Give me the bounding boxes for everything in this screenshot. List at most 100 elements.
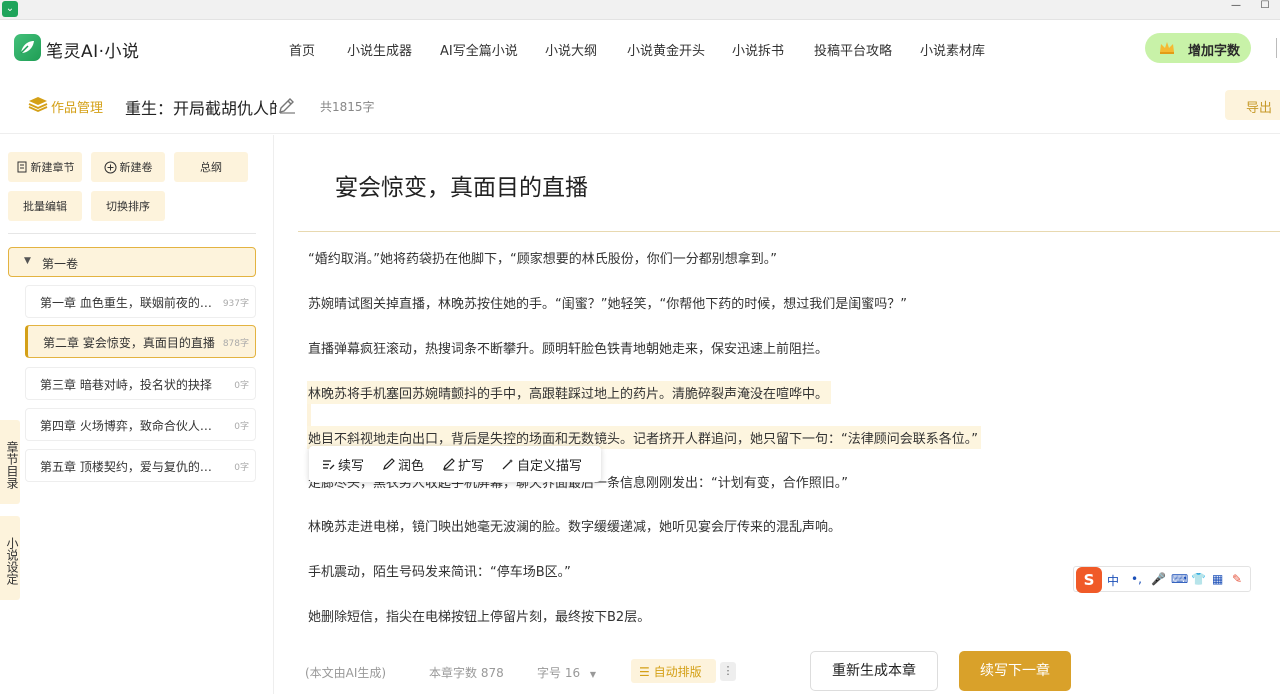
expand-label: 扩写 (458, 459, 485, 474)
batch-edit-button[interactable]: 批量编辑 (8, 191, 82, 221)
nav-book-breakdown[interactable]: 小说拆书 (732, 40, 784, 59)
maximize-button[interactable]: ☐ (1257, 0, 1273, 12)
nav-submission-guide[interactable]: 投稿平台攻略 (814, 40, 892, 59)
paragraph[interactable]: 苏婉晴试图关掉直播，林晚苏按住她的手。“闺蜜？”她轻笑，“你帮他下药的时候，想过… (308, 293, 907, 312)
chevron-down-icon: ▼ (589, 670, 597, 679)
paragraph-selected[interactable]: 林晚苏将手机塞回苏婉晴颤抖的手中，高跟鞋踩过地上的药片。清脆碎裂声淹没在喧哗中。 (307, 381, 832, 404)
skin-icon[interactable]: 👕 (1191, 572, 1206, 586)
brush-icon (383, 458, 395, 470)
chapter-item[interactable]: 第一章 血色重生，联姻前夜的背叛 937字 (25, 285, 256, 318)
auto-format-button[interactable]: ☰ 自动排版 (631, 659, 716, 683)
chapter-word-count: 878字 (222, 339, 249, 349)
chapter-title: 第一章 血色重生，联姻前夜的背叛 (40, 296, 216, 310)
magic-wand-icon (502, 459, 513, 470)
editor-divider (298, 231, 1280, 232)
chapter-word-count: 937字 (222, 299, 249, 309)
auto-format-label: 自动排版 (653, 665, 702, 679)
nav-ai-full-novel[interactable]: AI写全篇小说 (440, 40, 518, 59)
nav-home[interactable]: 首页 (289, 40, 315, 59)
plus-circle-icon (104, 161, 116, 173)
layers-icon (28, 97, 48, 112)
toolbox-icon[interactable]: ✎ (1232, 572, 1242, 586)
brand-name[interactable]: 笔灵AI·小说 (46, 37, 140, 62)
sidebar-divider (8, 233, 256, 234)
format-icon: ☰ (639, 665, 650, 679)
brand-logo-icon[interactable] (14, 34, 41, 61)
new-chapter-label: 新建章节 (30, 161, 75, 174)
continue-next-chapter-button[interactable]: 续写下一章 (959, 651, 1071, 691)
apps-grid-icon[interactable]: ▦ (1212, 572, 1223, 586)
new-chapter-button[interactable]: 新建章节 (8, 152, 82, 182)
chapter-item-active[interactable]: 第二章 宴会惊变，真面目的直播 878字 (25, 325, 256, 358)
chapter-item[interactable]: 第三章 暗巷对峙，投名状的抉择 0字 (25, 367, 256, 400)
chapter-word-count: 0字 (234, 422, 249, 432)
continue-writing-label: 续写 (338, 459, 365, 474)
paragraph[interactable]: 林晚苏走进电梯，镜门映出她毫无波澜的脸。数字缓缓递减，她听见宴会厅传来的混乱声响… (308, 516, 841, 535)
paragraph[interactable]: 直播弹幕疯狂滚动，热搜词条不断攀升。顾明轩脸色铁青地朝她走来，保安迅速上前阻拦。 (308, 338, 828, 357)
expand-button[interactable]: 扩写 (442, 455, 484, 474)
new-document-icon (17, 161, 26, 173)
input-method-toolbar: S 中 •, 🎤 ⌨ 👕 ▦ ✎ (1073, 566, 1251, 593)
nav-golden-opening[interactable]: 小说黄金开头 (627, 40, 705, 59)
pencil-edit-icon[interactable] (277, 95, 297, 115)
top-navigation: 笔灵AI·小说 首页 小说生成器 AI写全篇小说 小说大纲 小说黄金开头 小说拆… (0, 20, 1280, 76)
custom-description-button[interactable]: 自定义描写 (501, 455, 582, 474)
pen-icon (443, 458, 455, 471)
ai-writing-toolbar: 续写 润色 扩写 自定义描写 (309, 446, 601, 482)
crown-icon (1160, 42, 1174, 54)
new-volume-button[interactable]: 新建卷 (91, 152, 165, 182)
custom-description-label: 自定义描写 (517, 459, 583, 474)
microphone-icon[interactable]: 🎤 (1151, 572, 1166, 586)
editor-footer: (本文由AI生成) 本章字数 878 字号 16 ▼ (274, 645, 1280, 694)
chapter-sidebar: 新建章节 新建卷 总纲 批量编辑 切换排序 ▼ 第一卷 第一章 血色重生，联姻前… (0, 135, 274, 694)
chapter-heading[interactable]: 宴会惊变，真面目的直播 (335, 168, 588, 202)
chapter-item[interactable]: 第四章 火场博弈，致命合伙人的底牌 0字 (25, 408, 256, 441)
polish-button[interactable]: 润色 (382, 455, 424, 474)
site-favicon-icon: ⌄ (2, 1, 18, 17)
browser-top-bar: ⌄ — ☐ (0, 0, 1280, 20)
nav-novel-generator[interactable]: 小说生成器 (347, 40, 412, 59)
regenerate-chapter-button[interactable]: 重新生成本章 (810, 651, 938, 691)
chapter-word-count: 0字 (234, 463, 249, 473)
continue-write-icon (323, 460, 335, 470)
keyboard-icon[interactable]: ⌨ (1171, 572, 1188, 586)
font-size-select[interactable]: 字号 16 ▼ (537, 664, 596, 681)
export-button[interactable]: 导出 (1225, 90, 1280, 120)
volume-row[interactable]: ▼ 第一卷 (8, 247, 256, 277)
nav-material-library[interactable]: 小说素材库 (920, 40, 985, 59)
paragraph[interactable]: 手机震动，陌生号码发来简讯：“停车场B区。” (308, 561, 571, 580)
new-volume-label: 新建卷 (119, 161, 153, 174)
work-title[interactable]: 重生：开局截胡仇人的 (125, 95, 277, 119)
selection-gap-highlight (307, 404, 311, 426)
paragraph[interactable]: 她删除短信，指尖在电梯按钮上停留片刻，最终按下B2层。 (308, 606, 650, 625)
chapter-title: 第三章 暗巷对峙，投名状的抉择 (40, 378, 212, 392)
chapter-word-count: 0字 (234, 381, 249, 391)
chapter-title: 第四章 火场博弈，致命合伙人的底牌 (40, 419, 216, 433)
nav-novel-outline[interactable]: 小说大纲 (545, 40, 597, 59)
continue-writing-button[interactable]: 续写 (322, 455, 364, 474)
novel-settings-tab[interactable]: 小说设定 (0, 516, 20, 600)
paragraph[interactable]: “婚约取消。”她将药袋扔在他脚下，“顾家想要的林氏股份，你们一分都别想拿到。” (308, 248, 777, 267)
works-management-link[interactable]: 作品管理 (51, 97, 103, 116)
editor-area: 宴会惊变，真面目的直播 “婚约取消。”她将药袋扔在他脚下，“顾家想要的林氏股份，… (274, 135, 1280, 694)
ime-lang-toggle[interactable]: 中 (1107, 572, 1119, 589)
more-options-button[interactable]: ⋮ (720, 662, 736, 681)
caret-down-icon[interactable]: ▼ (24, 256, 31, 266)
chapter-title: 第五章 顶楼契约，爱与复仇的终局 (40, 460, 216, 474)
add-words-label: 增加字数 (1188, 44, 1241, 59)
work-toolbar: 作品管理 重生：开局截胡仇人的 共1815字 导出 (0, 76, 1280, 134)
font-size-label: 字号 16 (537, 666, 581, 680)
sogou-logo-icon[interactable]: S (1076, 567, 1102, 593)
add-words-button[interactable]: 增加字数 (1145, 33, 1251, 63)
minimize-button[interactable]: — (1228, 0, 1244, 12)
chapter-word-count-footer: 本章字数 878 (429, 666, 504, 680)
switch-sort-button[interactable]: 切换排序 (91, 191, 165, 221)
chapter-title: 第二章 宴会惊变，真面目的直播 (43, 336, 215, 350)
ai-generated-note: (本文由AI生成) (305, 666, 387, 680)
volume-name: 第一卷 (42, 257, 79, 271)
outline-button[interactable]: 总纲 (174, 152, 248, 182)
chapter-directory-tab[interactable]: 章节目录 (0, 420, 20, 504)
nav-separator (1276, 38, 1280, 58)
chapter-item[interactable]: 第五章 顶楼契约，爱与复仇的终局 0字 (25, 449, 256, 482)
ime-punct-icon[interactable]: •, (1131, 572, 1142, 586)
